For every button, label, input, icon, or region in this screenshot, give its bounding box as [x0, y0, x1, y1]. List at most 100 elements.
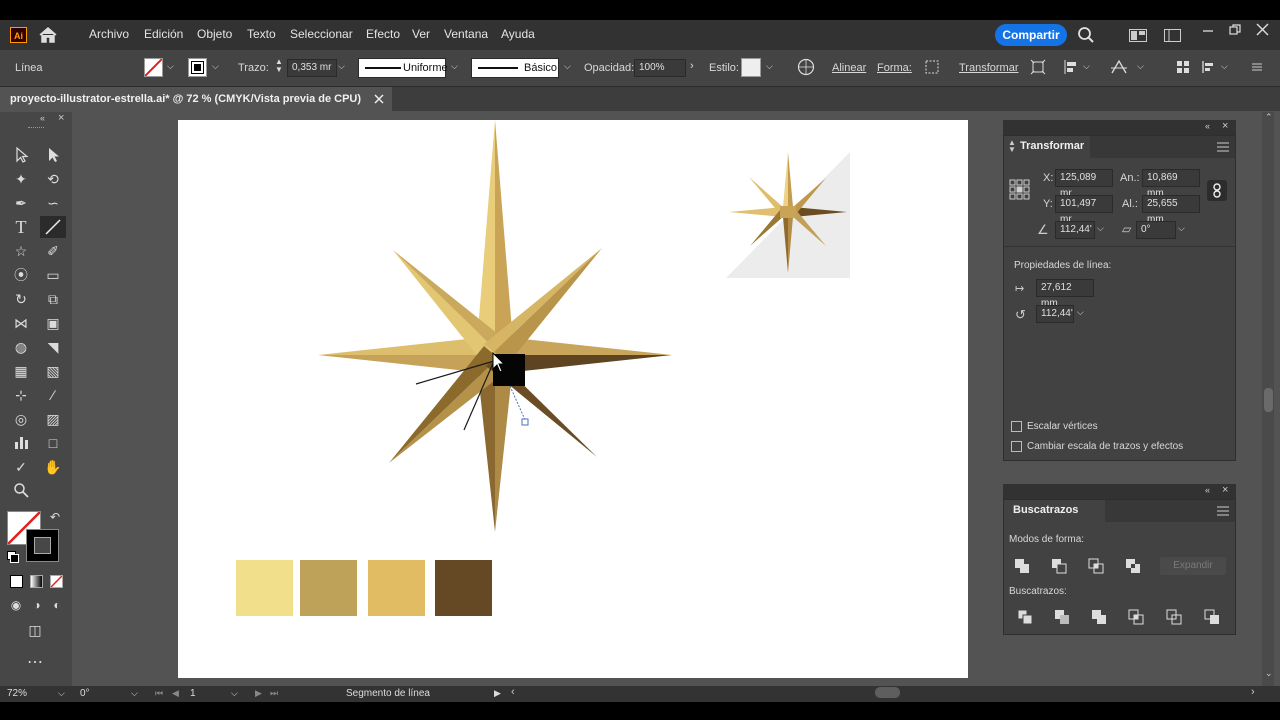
close-panel-icon[interactable]: × — [1222, 484, 1228, 496]
panel-menu-icon[interactable] — [1217, 142, 1229, 155]
chevron-down-icon[interactable]: ⌵ — [1178, 223, 1185, 234]
constrain-proportions-icon[interactable] — [1207, 180, 1227, 201]
perspective-grid-tool-icon[interactable]: ◥ — [44, 338, 62, 356]
fill-swatch[interactable] — [144, 58, 163, 77]
stroke-weight-input[interactable]: 0,353 mr — [287, 59, 337, 77]
chevron-down-icon[interactable]: ⌵ — [451, 61, 458, 72]
symbol-sprayer-tool-icon[interactable]: ▨ — [44, 410, 62, 428]
zoom-tool-icon[interactable] — [12, 482, 30, 500]
transform-each-icon[interactable] — [1110, 59, 1128, 78]
divide-icon[interactable] — [1017, 609, 1033, 628]
magic-wand-tool-icon[interactable]: ✦ — [12, 170, 30, 188]
menu-efecto[interactable]: Efecto — [366, 27, 400, 41]
merge-icon[interactable] — [1091, 609, 1107, 628]
height-input[interactable]: 25,655 mm — [1142, 195, 1200, 225]
shaper-tool-icon[interactable]: ⦿ — [12, 266, 30, 284]
minus-back-icon[interactable] — [1204, 609, 1220, 628]
transform-panel-dock-bar[interactable] — [1003, 120, 1236, 135]
vertical-scroll-thumb[interactable] — [1264, 388, 1273, 412]
zoom-level[interactable]: 72% — [7, 688, 27, 699]
toolbox-grip[interactable] — [28, 127, 44, 130]
screen-mode-icon[interactable]: ◫ — [26, 621, 44, 639]
intersect-icon[interactable] — [1088, 558, 1104, 577]
grid-icon[interactable] — [1176, 60, 1190, 77]
color-swatch-1[interactable] — [236, 560, 293, 616]
chevron-right-icon[interactable]: › — [690, 60, 694, 72]
exclude-icon[interactable] — [1125, 558, 1141, 577]
chevron-down-icon[interactable]: ⌵ — [338, 61, 345, 72]
chevron-down-icon[interactable]: ⌵ — [564, 61, 571, 72]
menu-objeto[interactable]: Objeto — [197, 27, 232, 41]
column-graph-tool-icon[interactable] — [12, 434, 30, 452]
scale-strokes-checkbox[interactable] — [1011, 441, 1022, 452]
next-artboard-icon[interactable]: ▶ — [255, 688, 262, 699]
close-tab-icon[interactable] — [374, 94, 384, 107]
default-colors-icon[interactable] — [7, 551, 19, 563]
curvature-tool-icon[interactable]: ∽ — [44, 194, 62, 212]
scale-tool-icon[interactable]: ⧉ — [44, 290, 62, 308]
collapse-toolbox-icon[interactable]: « — [40, 113, 45, 123]
hand-tool-icon[interactable]: ✋ — [44, 458, 62, 476]
free-transform-tool-icon[interactable]: ▣ — [44, 314, 62, 332]
panel-menu-icon[interactable] — [1217, 506, 1229, 519]
swap-fill-stroke-icon[interactable]: ↶ — [50, 510, 60, 524]
align-link[interactable]: Alinear — [832, 62, 866, 74]
chevron-down-icon[interactable]: ⌵ — [1097, 223, 1104, 234]
line-segment-tool-icon[interactable] — [44, 218, 62, 236]
chevron-down-icon[interactable]: ⌵ — [1083, 61, 1090, 72]
selection-tool-icon[interactable] — [12, 146, 30, 164]
restore-icon[interactable] — [1229, 24, 1241, 39]
measure-tool-icon[interactable]: ∕ — [44, 386, 62, 404]
width-tool-icon[interactable]: ⋈ — [12, 314, 30, 332]
brush-definition[interactable]: Básico — [471, 58, 559, 78]
color-mode-icon[interactable] — [10, 575, 23, 588]
menu-texto[interactable]: Texto — [247, 27, 276, 41]
document-tab[interactable]: proyecto-illustrator-estrella.ai* @ 72 %… — [0, 87, 392, 111]
line-angle-input[interactable]: 112,44' — [1036, 305, 1074, 323]
menu-seleccionar[interactable]: Seleccionar — [290, 27, 353, 41]
menu-archivo[interactable]: Archivo — [89, 27, 129, 41]
type-tool-icon[interactable]: T — [12, 218, 30, 236]
scroll-left-icon[interactable]: ‹ — [511, 686, 515, 698]
menu-ventana[interactable]: Ventana — [444, 27, 488, 41]
outline-icon[interactable] — [1166, 609, 1182, 628]
none-mode-icon[interactable] — [50, 575, 63, 588]
shape-link[interactable]: Forma: — [877, 62, 912, 74]
artwork[interactable] — [178, 120, 968, 678]
rotate-tool-icon[interactable]: ↻ — [12, 290, 30, 308]
recolor-artwork-icon[interactable] — [797, 58, 815, 79]
transform-link[interactable]: Transformar — [959, 62, 1019, 74]
distribute-icon[interactable] — [1201, 60, 1215, 77]
draw-inside-icon[interactable]: ◐ — [48, 596, 66, 614]
color-swatch-3[interactable] — [368, 560, 425, 616]
horizontal-scroll-thumb[interactable] — [875, 687, 900, 698]
close-panel-icon[interactable]: × — [1222, 120, 1228, 132]
home-icon[interactable] — [38, 26, 58, 44]
collapse-panel-icon[interactable]: « — [1205, 121, 1210, 131]
gradient-tool-icon[interactable]: ▧ — [44, 362, 62, 380]
x-input[interactable]: 125,089 mr — [1055, 169, 1113, 199]
blend-tool-icon[interactable]: ◎ — [12, 410, 30, 428]
collapse-panel-icon[interactable]: « — [1205, 485, 1210, 495]
scale-corners-checkbox[interactable] — [1011, 421, 1022, 432]
eyedropper-tool-icon[interactable]: ⊹ — [12, 386, 30, 404]
stroke-swatch[interactable] — [188, 58, 207, 77]
arrange-documents-icon[interactable] — [1129, 29, 1147, 45]
rotation-level[interactable]: 0° — [80, 688, 90, 699]
more-tools-icon[interactable]: ⋯ — [26, 654, 44, 672]
star-tool-icon[interactable]: ☆ — [12, 242, 30, 260]
chevron-down-icon[interactable]: ⌵ — [131, 688, 138, 699]
search-icon[interactable] — [1077, 26, 1095, 47]
close-toolbox-icon[interactable]: × — [58, 112, 64, 124]
style-swatch[interactable] — [741, 58, 761, 77]
shape-builder-tool-icon[interactable]: ◍ — [12, 338, 30, 356]
close-window-icon[interactable] — [1256, 23, 1269, 39]
minimize-icon[interactable] — [1202, 24, 1214, 39]
draw-normal-icon[interactable]: ◉ — [7, 596, 25, 614]
angle-input[interactable]: 112,44' — [1055, 221, 1095, 239]
mesh-tool-icon[interactable]: ▦ — [12, 362, 30, 380]
chevron-down-icon[interactable]: ⌵ — [58, 688, 65, 699]
menu-edicion[interactable]: Edición — [144, 27, 183, 41]
scroll-right-icon[interactable]: › — [1251, 686, 1255, 698]
eraser-tool-icon[interactable]: ▭ — [44, 266, 62, 284]
